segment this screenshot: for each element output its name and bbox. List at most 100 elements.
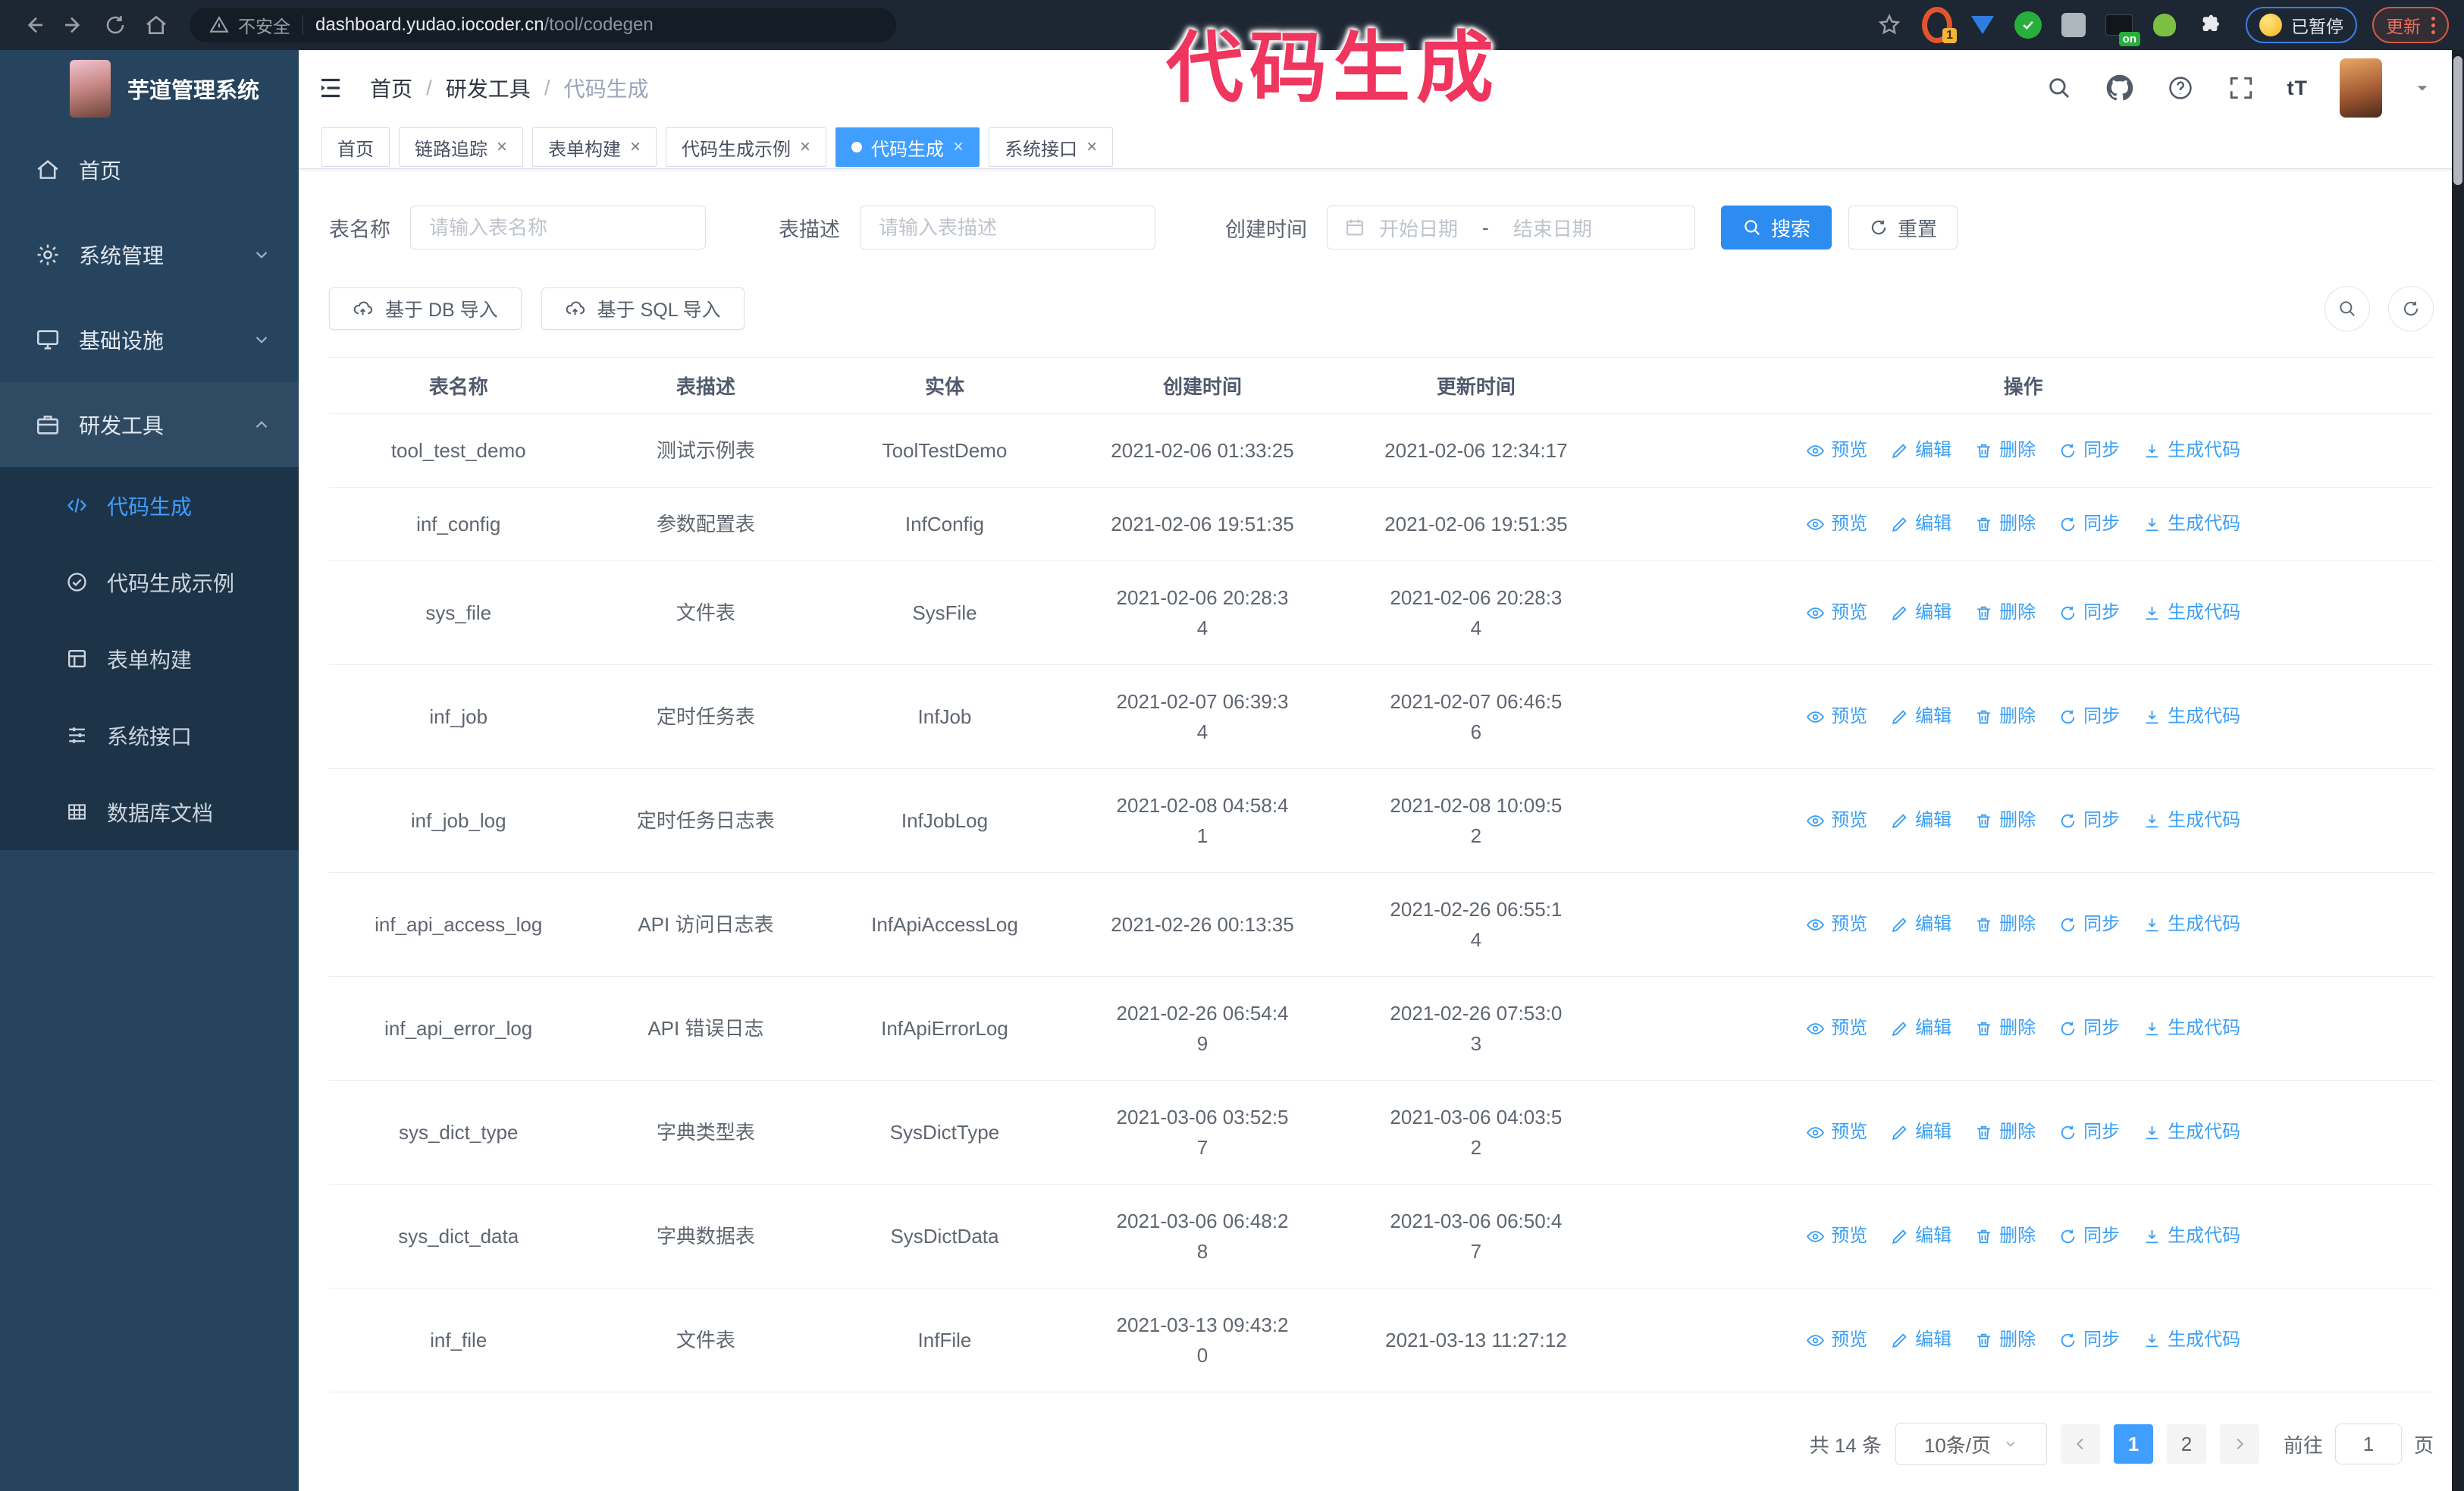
close-icon[interactable]: × (1086, 138, 1097, 156)
import-db-button[interactable]: 基于 DB 导入 (329, 287, 522, 330)
sidebar-subitem-代码生成[interactable]: 代码生成 (0, 467, 299, 544)
extension-sessionbuddy-icon[interactable]: 1 (1922, 7, 1957, 43)
action-sync[interactable]: 同步 (2058, 1325, 2120, 1355)
action-sync[interactable]: 同步 (2058, 702, 2120, 732)
action-sync[interactable]: 同步 (2058, 435, 2120, 466)
sidebar-item-研发工具[interactable]: 研发工具 (0, 382, 299, 467)
close-icon[interactable]: × (953, 138, 964, 156)
app-logo[interactable]: 芋道管理系统 (0, 50, 299, 127)
scrollbar-thumb[interactable] (2453, 56, 2462, 185)
action-edit[interactable]: 编辑 (1890, 1117, 1951, 1147)
action-generate-code[interactable]: 生成代码 (2143, 1013, 2240, 1044)
action-edit[interactable]: 编辑 (1890, 598, 1951, 628)
tab-链路追踪[interactable]: 链路追踪 × (399, 127, 524, 167)
action-delete[interactable]: 删除 (1974, 1325, 2036, 1355)
action-preview[interactable]: 预览 (1806, 702, 1867, 732)
action-preview[interactable]: 预览 (1806, 435, 1867, 466)
action-edit[interactable]: 编辑 (1890, 1325, 1951, 1355)
goto-page-input[interactable] (2334, 1424, 2402, 1464)
search-button[interactable]: 搜索 (1721, 206, 1832, 250)
extension-gem-icon[interactable] (1967, 10, 1998, 40)
action-generate-code[interactable]: 生成代码 (2143, 598, 2240, 628)
extensions-puzzle-icon[interactable] (2195, 10, 2225, 40)
import-sql-button[interactable]: 基于 SQL 导入 (541, 287, 745, 330)
collapse-sidebar-icon[interactable] (317, 74, 344, 102)
action-generate-code[interactable]: 生成代码 (2143, 1117, 2240, 1147)
action-preview[interactable]: 预览 (1806, 1013, 1867, 1044)
browser-forward-icon[interactable] (56, 7, 92, 43)
action-edit[interactable]: 编辑 (1890, 702, 1951, 732)
action-delete[interactable]: 删除 (1974, 1117, 2036, 1147)
tab-首页[interactable]: 首页 × (321, 127, 390, 167)
tab-代码生成示例[interactable]: 代码生成示例 × (666, 127, 827, 167)
page-size-select[interactable]: 10条/页 (1895, 1423, 2047, 1465)
action-delete[interactable]: 删除 (1974, 909, 2036, 940)
close-icon[interactable]: × (800, 138, 810, 156)
browser-update-button[interactable]: 更新 (2372, 7, 2449, 43)
browser-home-icon[interactable] (138, 7, 174, 43)
sidebar-subitem-代码生成示例[interactable]: 代码生成示例 (0, 544, 299, 620)
action-sync[interactable]: 同步 (2058, 1221, 2120, 1251)
profile-paused-badge[interactable]: 已暂停 (2246, 7, 2357, 43)
sidebar-subitem-数据库文档[interactable]: 数据库文档 (0, 774, 299, 850)
action-sync[interactable]: 同步 (2058, 1013, 2120, 1044)
action-delete[interactable]: 删除 (1974, 598, 2036, 628)
action-preview[interactable]: 预览 (1806, 1221, 1867, 1251)
page-button-2[interactable]: 2 (2166, 1424, 2206, 1464)
action-generate-code[interactable]: 生成代码 (2143, 805, 2240, 836)
action-delete[interactable]: 删除 (1974, 805, 2036, 836)
action-edit[interactable]: 编辑 (1890, 805, 1951, 836)
date-range-picker[interactable]: 开始日期 - 结束日期 (1327, 206, 1695, 250)
action-sync[interactable]: 同步 (2058, 598, 2120, 628)
tab-代码生成[interactable]: 代码生成 × (835, 127, 980, 167)
next-page-button[interactable] (2219, 1424, 2259, 1464)
sidebar-item-系统管理[interactable]: 系统管理 (0, 212, 299, 297)
extension-switch-icon[interactable]: on (2104, 10, 2140, 46)
action-sync[interactable]: 同步 (2058, 1117, 2120, 1147)
help-icon[interactable] (2166, 74, 2195, 102)
prev-page-button[interactable] (2060, 1424, 2100, 1464)
action-edit[interactable]: 编辑 (1890, 1013, 1951, 1044)
security-warning[interactable]: 不安全 (209, 12, 290, 38)
action-edit[interactable]: 编辑 (1890, 509, 1951, 539)
action-delete[interactable]: 删除 (1974, 702, 2036, 732)
action-sync[interactable]: 同步 (2058, 909, 2120, 940)
action-edit[interactable]: 编辑 (1890, 435, 1951, 466)
breadcrumb-home[interactable]: 首页 (370, 73, 412, 103)
action-preview[interactable]: 预览 (1806, 1325, 1867, 1355)
tab-系统接口[interactable]: 系统接口 × (989, 127, 1114, 167)
action-preview[interactable]: 预览 (1806, 909, 1867, 940)
close-icon[interactable]: × (630, 138, 641, 156)
user-avatar[interactable] (2340, 58, 2382, 118)
github-icon[interactable] (2105, 74, 2134, 102)
table-name-input[interactable] (410, 206, 706, 250)
search-icon[interactable] (2045, 74, 2074, 102)
toggle-search-button[interactable] (2324, 286, 2370, 331)
browser-back-icon[interactable] (15, 7, 52, 43)
action-delete[interactable]: 删除 (1974, 1221, 2036, 1251)
action-generate-code[interactable]: 生成代码 (2143, 1325, 2240, 1355)
action-edit[interactable]: 编辑 (1890, 909, 1951, 940)
breadcrumb-tools[interactable]: 研发工具 (446, 73, 531, 103)
bookmark-star-icon[interactable] (1877, 13, 1901, 37)
action-delete[interactable]: 删除 (1974, 509, 2036, 539)
action-edit[interactable]: 编辑 (1890, 1221, 1951, 1251)
action-preview[interactable]: 预览 (1806, 805, 1867, 836)
action-generate-code[interactable]: 生成代码 (2143, 435, 2240, 466)
action-generate-code[interactable]: 生成代码 (2143, 702, 2240, 732)
action-generate-code[interactable]: 生成代码 (2143, 909, 2240, 940)
tab-表单构建[interactable]: 表单构建 × (532, 127, 657, 167)
sidebar-subitem-系统接口[interactable]: 系统接口 (0, 697, 299, 774)
fullscreen-icon[interactable] (2227, 74, 2256, 102)
action-preview[interactable]: 预览 (1806, 509, 1867, 539)
browser-menu-icon[interactable] (2431, 16, 2435, 34)
action-preview[interactable]: 预览 (1806, 598, 1867, 628)
table-desc-input[interactable] (860, 206, 1155, 250)
sidebar-item-首页[interactable]: 首页 (0, 127, 299, 212)
action-generate-code[interactable]: 生成代码 (2143, 509, 2240, 539)
close-icon[interactable]: × (497, 138, 507, 156)
extension-android-icon[interactable] (2149, 10, 2180, 40)
refresh-table-button[interactable] (2388, 286, 2434, 331)
action-delete[interactable]: 删除 (1974, 435, 2036, 466)
action-delete[interactable]: 删除 (1974, 1013, 2036, 1044)
